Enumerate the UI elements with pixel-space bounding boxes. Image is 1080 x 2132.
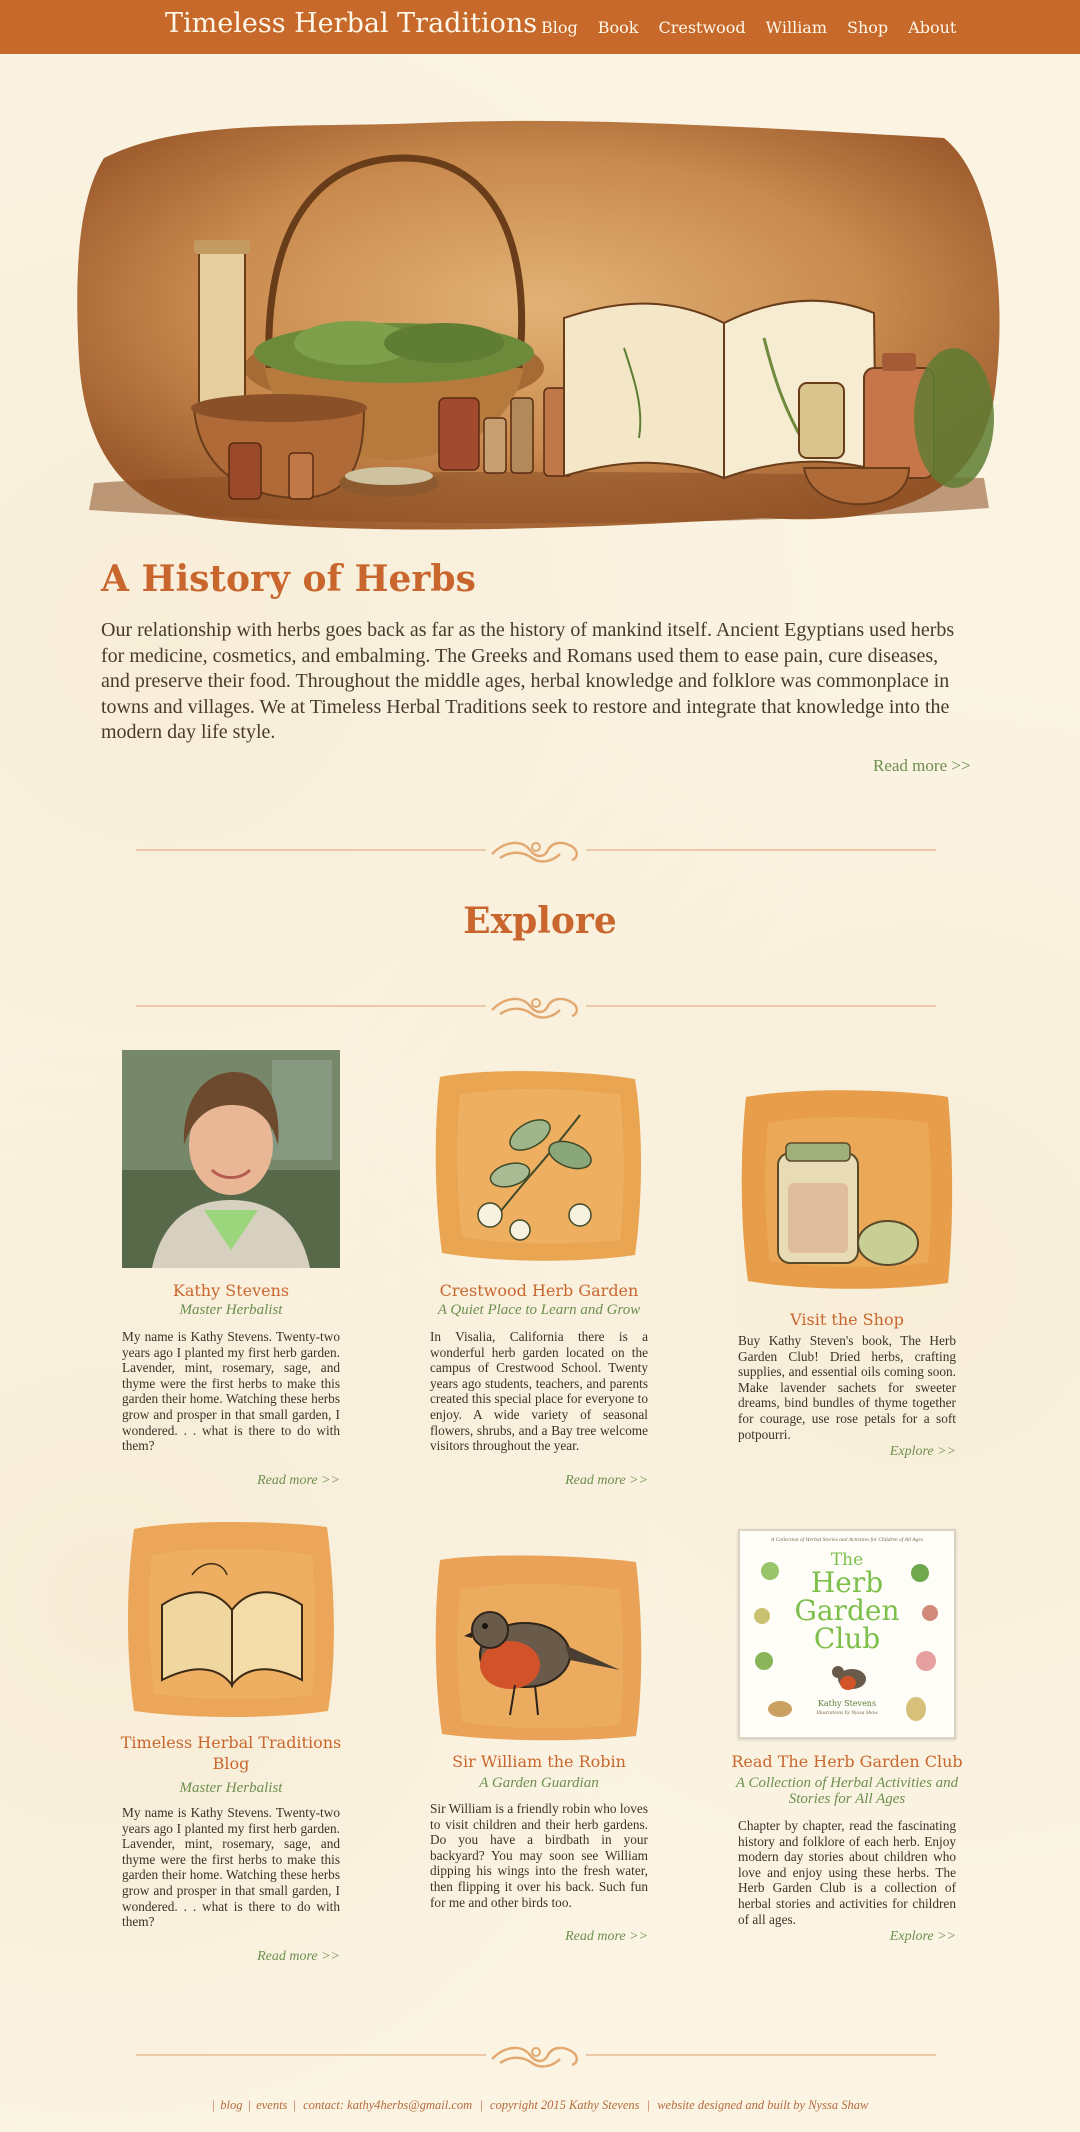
footer-blog-link[interactable]: blog: [220, 2098, 242, 2112]
footer-contact[interactable]: contact: kathy4herbs@gmail.com: [303, 2098, 472, 2112]
card-subtitle: Master Herbalist: [179, 1302, 283, 1318]
footer-copyright: copyright 2015 Kathy Stevens: [489, 2098, 640, 2112]
flourish-ornament-icon: [491, 2046, 578, 2068]
footer-credit: website designed and built by Nyssa Shaw: [657, 2098, 869, 2112]
explore-title: Explore: [463, 900, 617, 942]
top-navbar: Timeless Herbal Traditions Blog Book Cre…: [0, 0, 1080, 54]
card-title[interactable]: Read The Herb Garden Club: [718, 1751, 976, 1772]
card-title[interactable]: Timeless Herbal Traditions Blog: [102, 1732, 360, 1774]
ornament-divider: [136, 2035, 936, 2075]
card-explore-link[interactable]: Explore >>: [890, 1929, 956, 1945]
nav-link-about[interactable]: About: [908, 18, 956, 37]
card-text: Sir William is a friendly robin who love…: [430, 1801, 648, 1910]
flourish-ornament-icon: [491, 841, 578, 863]
open-book-illustration[interactable]: [122, 1515, 340, 1720]
card-text: My name is Kathy Stevens. Twenty-two yea…: [122, 1329, 340, 1454]
book-cover[interactable]: A Collection of Herbal Stories and Activ…: [738, 1529, 956, 1739]
footer: | blog | events | contact: kathy4herbs@g…: [211, 2098, 869, 2112]
nav-link-blog[interactable]: Blog: [541, 18, 578, 37]
card-text: Buy Kathy Steven's book, The Herb Garden…: [738, 1333, 956, 1442]
card-read-more-link[interactable]: Read more >>: [257, 1949, 340, 1965]
card-text: In Visalia, California there is a wonder…: [430, 1329, 648, 1454]
nav-links: Blog Book Crestwood William Shop About: [541, 18, 976, 37]
book-illustrator: Illustrations by Nyssa Shaw: [816, 1710, 878, 1716]
card-title[interactable]: Sir William the Robin: [410, 1751, 668, 1772]
card-title[interactable]: Crestwood Herb Garden: [410, 1280, 668, 1301]
history-read-more-link[interactable]: Read more >>: [873, 756, 971, 776]
history-text: Our relationship with herbs goes back as…: [101, 619, 955, 743]
nav-link-shop[interactable]: Shop: [847, 18, 888, 37]
herb-jar-illustration[interactable]: [738, 1083, 956, 1293]
brand-link[interactable]: Timeless Herbal Traditions: [165, 8, 537, 39]
history-title: A History of Herbs: [101, 558, 476, 600]
nav-link-william[interactable]: William: [766, 18, 827, 37]
card-title[interactable]: Visit the Shop: [718, 1309, 976, 1330]
card-read-more-link[interactable]: Read more >>: [257, 1473, 340, 1489]
kathy-photo[interactable]: [122, 1050, 340, 1268]
ornament-divider: [136, 830, 936, 870]
card-subtitle: Master Herbalist: [179, 1780, 283, 1796]
flourish-ornament-icon: [491, 997, 578, 1019]
hero-illustration: [64, 98, 1014, 543]
nav-link-crestwood[interactable]: Crestwood: [658, 18, 745, 37]
ornament-divider: [136, 986, 936, 1026]
card-subtitle: A Garden Guardian: [479, 1775, 599, 1791]
card-read-more-link[interactable]: Read more >>: [565, 1473, 648, 1489]
card-subtitle: A Quiet Place to Learn and Grow: [437, 1302, 641, 1318]
card-text: My name is Kathy Stevens. Twenty-two yea…: [122, 1805, 340, 1930]
card-read-more-link[interactable]: Read more >>: [565, 1929, 648, 1945]
nav-link-book[interactable]: Book: [598, 18, 639, 37]
card-text: Chapter by chapter, read the fascinating…: [738, 1818, 956, 1927]
card-explore-link[interactable]: Explore >>: [890, 1444, 956, 1460]
book-author: Kathy Stevens: [817, 1699, 877, 1708]
robin-illustration[interactable]: [430, 1550, 648, 1742]
card-subtitle: A Collection of Herbal Activities and St…: [735, 1775, 959, 1807]
herb-sprig-illustration[interactable]: [430, 1065, 648, 1265]
footer-events-link[interactable]: events: [256, 2098, 287, 2112]
card-title[interactable]: Kathy Stevens: [102, 1280, 360, 1301]
